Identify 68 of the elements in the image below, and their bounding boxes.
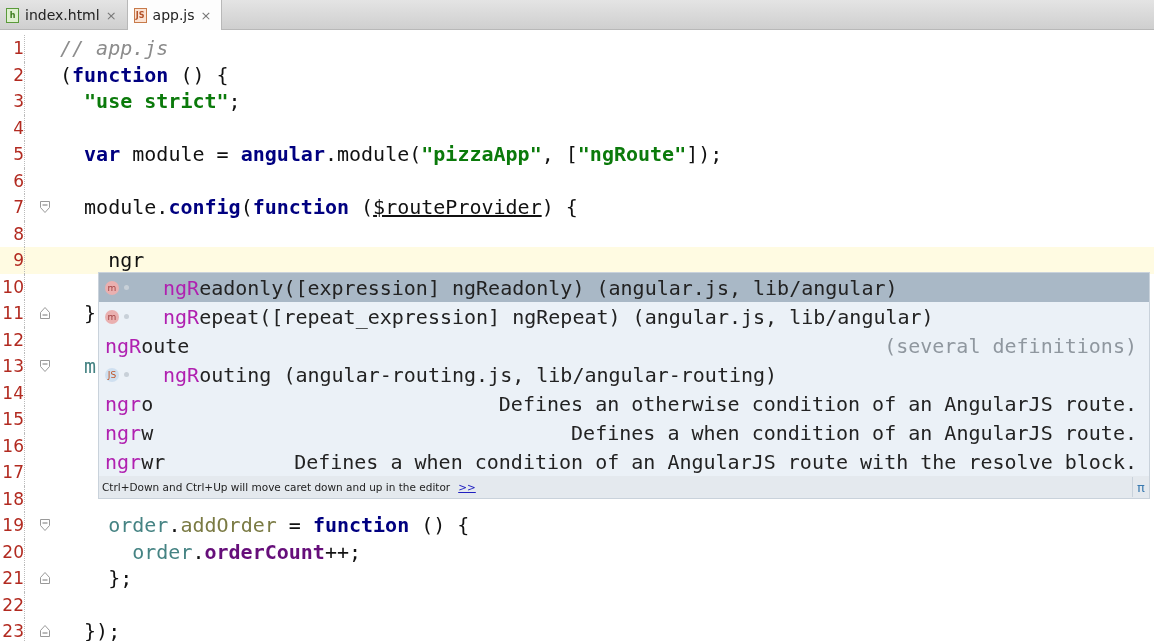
code-line: (function () { [59, 62, 229, 87]
line-number: 14 [1, 382, 24, 403]
fold-marker-icon[interactable] [40, 307, 50, 320]
code-line: order.addOrder = function () { [107, 513, 470, 538]
code-line: module.config(function ($routeProvider) { [83, 195, 578, 220]
line-number: 22 [1, 594, 24, 615]
line-number: 10 [1, 276, 24, 297]
hint-text: Ctrl+Down and Ctrl+Up will move caret down and up in the editor [102, 481, 451, 493]
code-line: // app.js [59, 36, 169, 61]
line-number: 8 [12, 223, 24, 244]
file-icon: h [6, 7, 19, 23]
code-line: }; [107, 566, 133, 591]
more-link[interactable]: >> [458, 481, 476, 493]
line-number: 12 [1, 329, 24, 350]
fold-marker-icon[interactable] [40, 572, 50, 585]
code-line: }); [83, 619, 121, 641]
line-number: 20 [1, 541, 24, 562]
fold-marker-icon[interactable] [40, 625, 50, 638]
completion-item[interactable]: ngrwr Defines a when condition of an AngularJS route with the resolve block. [99, 447, 1149, 476]
line-number: 15 [1, 409, 24, 430]
code-line: } [83, 301, 97, 326]
line-number: 5 [12, 144, 24, 165]
code-line: m [83, 354, 97, 379]
completion-item[interactable]: m ngRepeat([repeat_expression] ngRepeat) (angular.js, lib/angular) [99, 302, 1149, 331]
completion-detail: Defines an otherwise condition of an AngularJS route. [498, 391, 1137, 416]
dot-icon [124, 314, 129, 319]
method-icon: m [105, 280, 119, 295]
line-number: 3 [12, 91, 24, 112]
tab-label: index.html [25, 7, 100, 23]
completion-detail: Defines a when condition of an AngularJS route. [571, 420, 1137, 445]
completion-item[interactable]: JS ngRouting (angular-routing.js, lib/angular-routing) [99, 360, 1149, 389]
code-line: "use strict"; [83, 89, 241, 114]
completion-item[interactable]: ngrw Defines a when condition of an AngularJS route. [99, 418, 1149, 447]
line-number: 2 [12, 64, 24, 85]
code-line: order.orderCount++; [131, 539, 362, 564]
line-number: 11 [1, 303, 24, 324]
code-line: ngr [107, 248, 145, 273]
line-number: 9 [12, 250, 24, 271]
completion-detail: Defines a when condition of an AngularJS route with the resolve block. [294, 449, 1137, 474]
line-number: 1 [12, 38, 24, 59]
line-number: 18 [1, 488, 24, 509]
tab-label: app.js [152, 7, 195, 23]
fold-marker-icon[interactable] [40, 201, 50, 214]
line-number: 4 [12, 117, 24, 138]
line-number: 19 [1, 515, 24, 536]
fold-marker-icon[interactable] [40, 519, 50, 532]
dot-icon [124, 285, 129, 290]
completion-item[interactable]: ngRoute (several definitions) [99, 331, 1149, 360]
file-tab[interactable]: JS app.js × [127, 0, 223, 30]
close-icon[interactable]: × [200, 7, 212, 23]
pi-button[interactable]: π [1132, 477, 1149, 497]
fold-marker-icon[interactable] [40, 360, 50, 373]
completion-detail: (several definitions) [884, 333, 1137, 358]
line-number: 23 [1, 621, 24, 641]
line-number: 21 [1, 568, 24, 589]
line-number: 6 [12, 170, 24, 191]
line-number: 7 [12, 197, 24, 218]
file-tab[interactable]: h index.html × [0, 0, 128, 30]
method-icon: m [105, 309, 119, 324]
line-number: 13 [1, 356, 24, 377]
js-file-icon: JS [105, 367, 119, 382]
completion-item[interactable]: m ngReadonly([expression] ngReadonly) (angular.js, lib/angular) [99, 273, 1149, 302]
completion-item[interactable]: ngro Defines an otherwise condition of an AngularJS route. [99, 389, 1149, 418]
file-icon: JS [133, 7, 147, 23]
dot-icon [124, 372, 129, 377]
code-line: var module = angular.module("pizzaApp", ["ngRoute"]); [83, 142, 723, 167]
line-number: 17 [1, 462, 24, 483]
line-number: 16 [1, 435, 24, 456]
